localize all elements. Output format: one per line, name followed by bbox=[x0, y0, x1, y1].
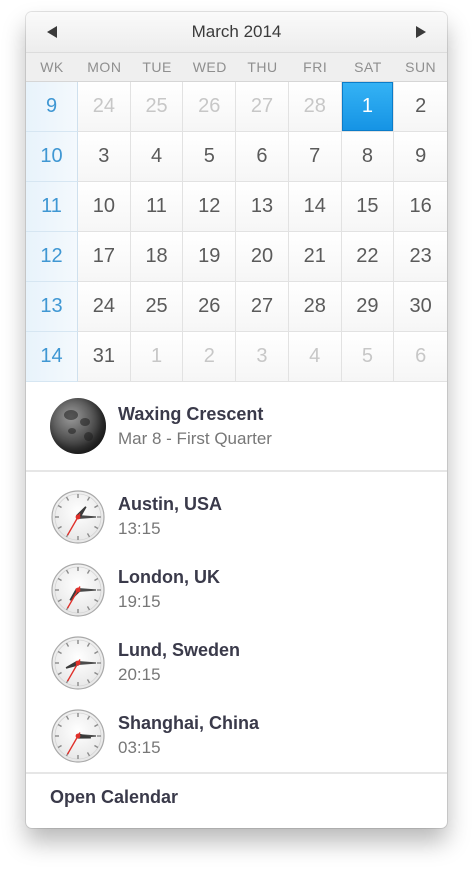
day-cell[interactable]: 26 bbox=[183, 282, 237, 332]
day-cell[interactable]: 30 bbox=[394, 282, 447, 332]
day-cell[interactable]: 19 bbox=[183, 232, 237, 282]
day-cell[interactable]: 27 bbox=[236, 82, 289, 132]
day-cell[interactable]: 25 bbox=[130, 282, 184, 332]
arrow-right-icon bbox=[416, 26, 426, 38]
weekday-header: WED bbox=[192, 59, 227, 75]
day-cell[interactable]: 4 bbox=[130, 132, 184, 182]
moon-icon bbox=[50, 398, 106, 454]
day-cell[interactable]: 16 bbox=[394, 182, 447, 232]
weekday-header: FRI bbox=[303, 59, 328, 75]
week-number: 12 bbox=[26, 232, 78, 282]
day-cell[interactable]: 25 bbox=[130, 82, 184, 132]
day-cell[interactable]: 13 bbox=[236, 182, 289, 232]
day-cell[interactable]: 8 bbox=[341, 132, 395, 182]
clock-city: Austin, USA bbox=[118, 494, 223, 514]
day-cell[interactable]: 7 bbox=[288, 132, 342, 182]
day-cell[interactable]: 9 bbox=[394, 132, 447, 182]
week-number: 10 bbox=[26, 132, 78, 182]
day-cell[interactable]: 1 bbox=[130, 332, 184, 382]
clock-icon bbox=[50, 635, 106, 691]
clock-city: Shanghai, China bbox=[118, 713, 260, 733]
weekday-header: SAT bbox=[354, 59, 382, 75]
moon-phase-section: Waxing Crescent Mar 8 - First Quarter bbox=[26, 382, 447, 472]
day-cell[interactable]: 14 bbox=[288, 182, 342, 232]
previous-month-button[interactable] bbox=[32, 12, 72, 52]
clock-time: 13:15 bbox=[118, 519, 161, 538]
moon-info: Waxing Crescent Mar 8 - First Quarter bbox=[118, 404, 272, 449]
open-calendar-button[interactable]: Open Calendar bbox=[26, 774, 447, 820]
calendar-header: March 2014 bbox=[26, 12, 447, 52]
day-cell[interactable]: 27 bbox=[236, 282, 289, 332]
clock-time: 20:15 bbox=[118, 665, 161, 684]
arrow-left-icon bbox=[47, 26, 57, 38]
moon-next-phase: Mar 8 - First Quarter bbox=[118, 428, 272, 448]
day-cell[interactable]: 5 bbox=[341, 332, 395, 382]
week-number: 11 bbox=[26, 182, 78, 232]
weekday-header: THU bbox=[247, 59, 278, 75]
weekday-header-row: WK MON TUE WED THU FRI SAT SUN bbox=[26, 52, 447, 82]
day-cell[interactable]: 10 bbox=[78, 182, 131, 232]
month-title: March 2014 bbox=[191, 22, 282, 41]
day-cell[interactable]: 12 bbox=[183, 182, 237, 232]
week-number: 9 bbox=[26, 82, 78, 132]
weekday-header: WK bbox=[40, 59, 64, 75]
clock-icon bbox=[50, 562, 106, 618]
clock-row: Shanghai, China 03:15 bbox=[26, 699, 447, 772]
day-cell[interactable]: 29 bbox=[341, 282, 395, 332]
day-cell[interactable]: 6 bbox=[236, 132, 289, 182]
week-number: 13 bbox=[26, 282, 78, 332]
day-cell[interactable]: 6 bbox=[394, 332, 447, 382]
day-cell[interactable]: 5 bbox=[183, 132, 237, 182]
weekday-header: TUE bbox=[142, 59, 172, 75]
clock-icon bbox=[50, 708, 106, 764]
day-cell[interactable]: 22 bbox=[341, 232, 395, 282]
day-cell[interactable]: 2 bbox=[183, 332, 237, 382]
day-cell[interactable]: 24 bbox=[78, 82, 131, 132]
clock-time: 03:15 bbox=[118, 738, 161, 757]
clock-city: Lund, Sweden bbox=[118, 640, 241, 660]
weekday-header: MON bbox=[87, 59, 122, 75]
day-cell[interactable]: 3 bbox=[236, 332, 289, 382]
weekday-header: SUN bbox=[405, 59, 437, 75]
day-cell[interactable]: 18 bbox=[130, 232, 184, 282]
day-cell[interactable]: 21 bbox=[288, 232, 342, 282]
day-cell[interactable]: 2 bbox=[394, 82, 447, 132]
day-cell[interactable]: 11 bbox=[130, 182, 184, 232]
clock-time: 19:15 bbox=[118, 592, 161, 611]
day-cell[interactable]: 17 bbox=[78, 232, 131, 282]
day-cell[interactable]: 4 bbox=[288, 332, 342, 382]
selected-day-cell[interactable]: 1 bbox=[341, 82, 395, 132]
world-clocks: Austin, USA 13:15 London, UK 19:15 Lund, Swe… bbox=[26, 472, 447, 774]
day-cell[interactable]: 31 bbox=[78, 332, 131, 382]
clock-row: Austin, USA 13:15 bbox=[26, 480, 447, 553]
clock-row: London, UK 19:15 bbox=[26, 553, 447, 626]
day-cell[interactable]: 26 bbox=[183, 82, 237, 132]
clock-info: Lund, Sweden 20:15 bbox=[118, 640, 240, 685]
next-month-button[interactable] bbox=[401, 12, 441, 52]
clock-info: London, UK 19:15 bbox=[118, 567, 220, 612]
day-cell[interactable]: 23 bbox=[394, 232, 447, 282]
clock-info: Shanghai, China 03:15 bbox=[118, 713, 259, 758]
week-number: 14 bbox=[26, 332, 78, 382]
day-cell[interactable]: 28 bbox=[288, 282, 342, 332]
calendar-grid: 9 24 25 26 27 28 1 2 10 3 4 5 6 7 8 9 11 10 11 12 13 14 15 16 12… bbox=[26, 82, 447, 382]
clock-row: Lund, Sweden 20:15 bbox=[26, 626, 447, 699]
calendar-panel: March 2014 WK MON TUE WED THU FRI SAT SU… bbox=[26, 12, 447, 828]
open-calendar-label: Open Calendar bbox=[50, 786, 179, 807]
day-cell[interactable]: 20 bbox=[236, 232, 289, 282]
clock-icon bbox=[50, 489, 106, 545]
clock-city: London, UK bbox=[118, 567, 220, 587]
day-cell[interactable]: 3 bbox=[78, 132, 131, 182]
day-cell[interactable]: 28 bbox=[288, 82, 342, 132]
day-cell[interactable]: 15 bbox=[341, 182, 395, 232]
day-cell[interactable]: 24 bbox=[78, 282, 131, 332]
clock-info: Austin, USA 13:15 bbox=[118, 494, 222, 539]
moon-phase-name: Waxing Crescent bbox=[118, 403, 264, 424]
